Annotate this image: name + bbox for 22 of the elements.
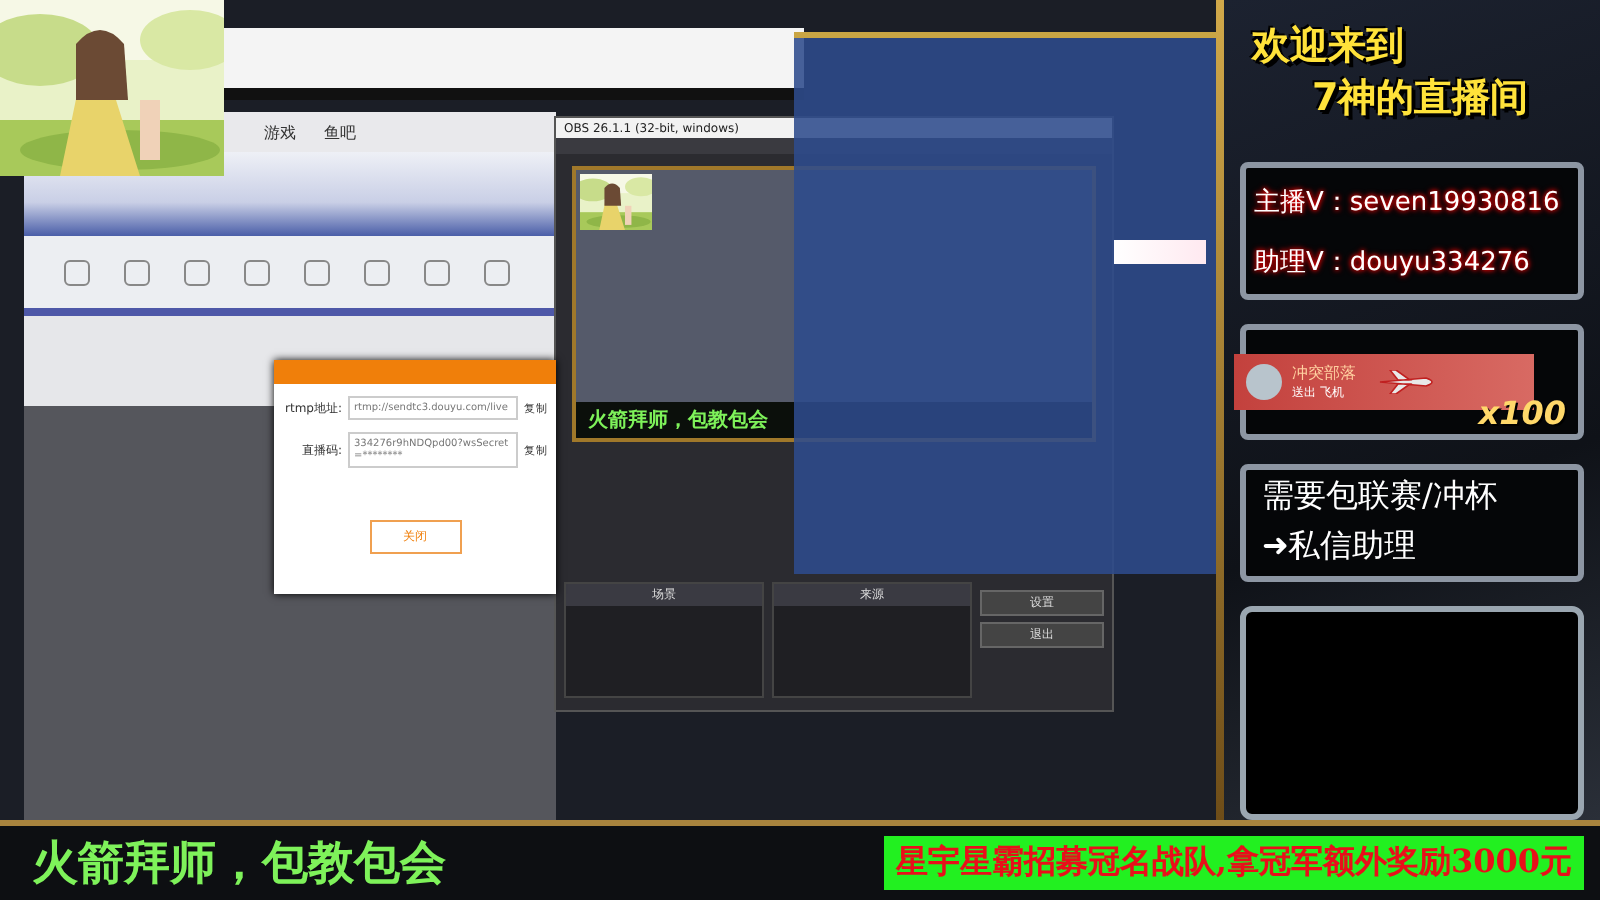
toolbar-icon[interactable] — [244, 259, 270, 285]
toolbar-icon[interactable] — [364, 259, 390, 285]
toolbar-icon[interactable] — [484, 259, 510, 285]
toolbar-icon[interactable] — [424, 259, 450, 285]
welcome-title: 7神的直播间 — [1312, 74, 1529, 124]
contact-text: 助理V：douyu334276 — [1252, 245, 1532, 282]
follow-badge — [1114, 240, 1206, 264]
toolbar-icon[interactable] — [184, 259, 210, 285]
nav-link[interactable]: 鱼吧 — [324, 121, 356, 143]
airplane-icon — [1378, 369, 1438, 394]
toolbar-icon[interactable] — [304, 259, 330, 285]
notice-text: 需要包联赛/冲杯 — [1260, 474, 1499, 519]
contact-text: 主播V：seven19930816 — [1252, 185, 1562, 222]
recruit-banner: 星宇星霸招募冠名战队,拿冠军额外奖励3000元 — [883, 836, 1584, 890]
nav-link[interactable]: 游戏 — [264, 121, 296, 143]
toolbar-icon[interactable] — [64, 259, 90, 285]
notice-text: ➜私信助理 — [1260, 524, 1418, 569]
gift-user: 冲突部落 — [1292, 361, 1356, 384]
slogan-text: 火箭拜师，包教包会 — [32, 834, 446, 894]
toolbar-icon[interactable] — [124, 259, 150, 285]
avatar-icon — [1246, 363, 1282, 400]
welcome-title: 欢迎来到 — [1252, 22, 1404, 72]
